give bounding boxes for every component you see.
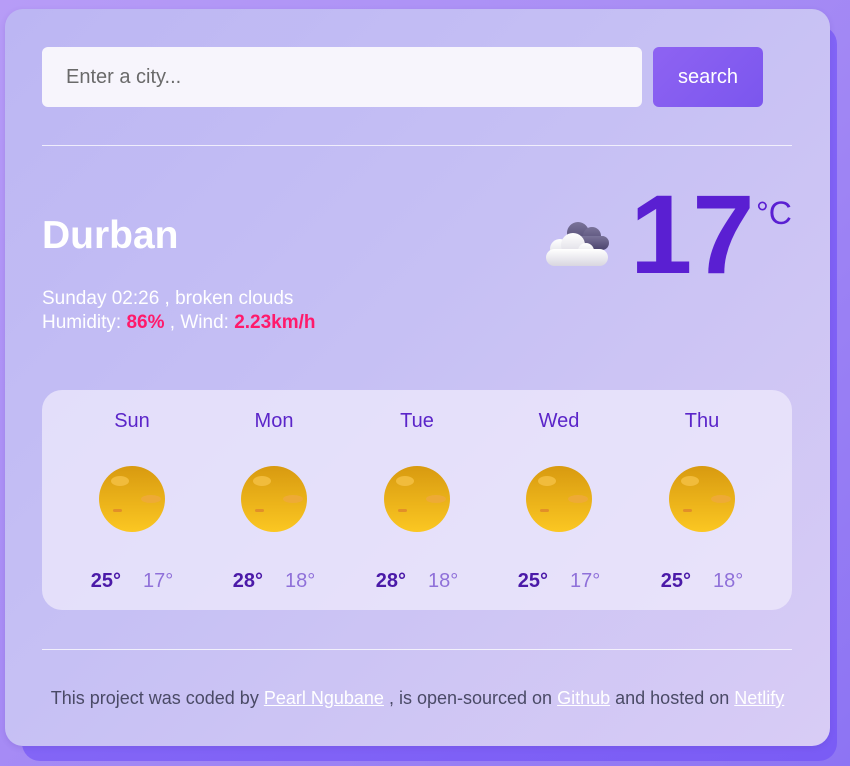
date-description-line: Sunday 02:26 , broken clouds [42,288,294,309]
forecast-max: 25° [90,570,121,592]
forecast-temps: 25° 17° [72,570,192,593]
forecast-min: 17° [143,570,174,592]
weather-card: search Durban Sunday 02:26 , broken clou… [5,9,830,746]
forecast-panel: Sun 25° 17° Mon 28° 18° Tue 28° 18° Wed … [42,390,792,610]
footer-text: and hosted on [615,688,730,708]
bottom-divider [42,649,792,650]
author-link[interactable]: Pearl Ngubane [264,688,384,708]
forecast-max: 28° [375,570,406,592]
sun-icon [384,466,450,532]
weather-details: Sunday 02:26 , broken clouds Humidity: 8… [42,287,316,335]
footer-text: , is open-sourced on [388,688,553,708]
footer-text: This project was coded by [50,688,259,708]
forecast-day-name: Sun [114,410,150,432]
forecast-day-name: Mon [254,410,294,432]
forecast-max: 25° [660,570,691,592]
footer-credits: This project was coded by Pearl Ngubane … [5,688,830,709]
forecast-temps: 28° 18° [357,570,477,593]
sun-icon [669,466,735,532]
forecast-day: Thu 25° 18° [642,390,762,610]
forecast-min: 17° [570,570,601,592]
forecast-max: 25° [517,570,548,592]
city-name: Durban [42,214,179,257]
humidity-wind-line: Humidity: 86% , Wind: 2.23km/h [42,312,316,333]
sun-icon [99,466,165,532]
forecast-temps: 28° 18° [214,570,334,593]
forecast-day: Tue 28° 18° [357,390,477,610]
weather-description: broken clouds [175,288,294,309]
forecast-temps: 25° 18° [642,570,762,593]
netlify-link[interactable]: Netlify [734,688,784,708]
forecast-temps: 25° 17° [499,570,619,593]
humidity-value: 86% [126,312,165,333]
forecast-min: 18° [428,570,459,592]
forecast-day-name: Tue [400,410,434,432]
city-search-input[interactable] [42,47,642,107]
broken-clouds-icon [546,222,609,266]
github-link[interactable]: Github [557,688,610,708]
current-temperature: 17 [630,172,755,297]
forecast-day: Sun 25° 17° [72,390,192,610]
top-divider [42,145,792,146]
search-button[interactable]: search [653,47,763,107]
day-time: Sunday 02:26 [42,288,160,309]
forecast-day: Wed 25° 17° [499,390,619,610]
forecast-day-name: Wed [538,410,580,432]
forecast-min: 18° [713,570,744,592]
wind-value: 2.23km/h [234,312,316,333]
forecast-min: 18° [285,570,316,592]
sun-icon [526,466,592,532]
humidity-label: Humidity: [42,312,122,333]
forecast-max: 28° [232,570,263,592]
sun-icon [241,466,307,532]
temperature-unit[interactable]: °C [756,195,792,232]
forecast-day-name: Thu [684,410,720,432]
forecast-day: Mon 28° 18° [214,390,334,610]
wind-label: Wind: [180,312,229,333]
